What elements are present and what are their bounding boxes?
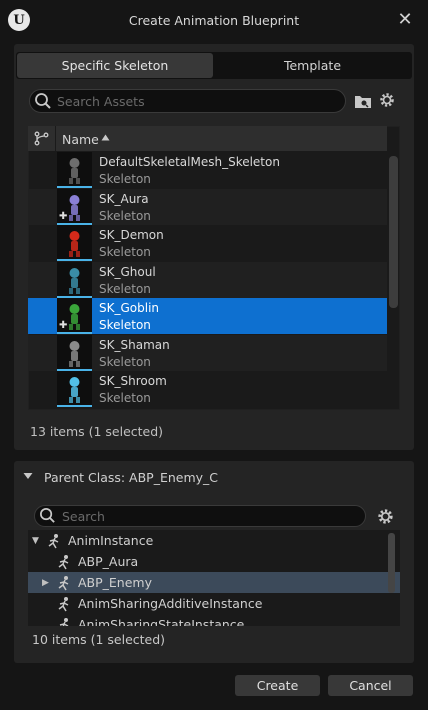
parent-class-label[interactable]: Parent Class: ABP_Enemy_C bbox=[44, 470, 218, 485]
gear-icon[interactable] bbox=[378, 91, 396, 109]
anim-blueprint-icon bbox=[56, 575, 74, 591]
asset-type: Skeleton bbox=[99, 355, 151, 369]
anim-blueprint-icon bbox=[56, 554, 74, 570]
class-tree-scrollbar[interactable] bbox=[388, 533, 395, 593]
collapse-arrow-icon[interactable]: ▶ bbox=[42, 578, 56, 588]
asset-name: SK_Shaman bbox=[99, 338, 170, 352]
column-name-header[interactable]: Name bbox=[62, 132, 99, 147]
create-button[interactable]: Create bbox=[235, 675, 320, 696]
added-badge-icon: ✚ bbox=[59, 211, 68, 222]
skeleton-thumbnail bbox=[57, 262, 92, 297]
class-tree-label: ABP_Aura bbox=[78, 554, 139, 569]
class-tree-item[interactable]: AnimSharingAdditiveInstance bbox=[28, 593, 400, 614]
anim-blueprint-icon bbox=[56, 617, 74, 626]
header-divider bbox=[55, 126, 56, 151]
close-icon[interactable]: ✕ bbox=[395, 10, 415, 30]
class-tree-item[interactable]: ABP_Aura bbox=[28, 551, 400, 572]
asset-name: SK_Ghoul bbox=[99, 265, 156, 279]
thumbnail-accent bbox=[57, 405, 92, 407]
thumbnail-accent bbox=[57, 259, 92, 261]
thumbnail-accent bbox=[57, 186, 92, 188]
skeleton-thumbnail bbox=[57, 225, 92, 260]
folder-search-icon[interactable] bbox=[354, 93, 372, 109]
asset-type: Skeleton bbox=[99, 245, 151, 259]
added-badge-icon: ✚ bbox=[59, 320, 68, 331]
tab-specific-skeleton[interactable]: Specific Skeleton bbox=[17, 53, 213, 78]
class-tree-item[interactable]: AnimSharingStateInstance bbox=[28, 614, 400, 626]
asset-type: Skeleton bbox=[99, 282, 151, 296]
skeleton-thumbnail bbox=[57, 371, 92, 406]
thumbnail-accent bbox=[57, 332, 92, 334]
gear-icon[interactable] bbox=[376, 507, 395, 526]
class-tree-item[interactable]: ▶ ABP_Enemy bbox=[28, 572, 400, 593]
cancel-button[interactable]: Cancel bbox=[328, 675, 413, 696]
dialog-title: Create Animation Blueprint bbox=[128, 13, 300, 28]
asset-name: DefaultSkeletalMesh_Skeleton bbox=[99, 155, 280, 169]
search-placeholder: Search Assets bbox=[57, 94, 145, 109]
asset-name: SK_Goblin bbox=[99, 301, 160, 315]
anim-blueprint-icon bbox=[46, 533, 64, 549]
asset-name: SK_Demon bbox=[99, 228, 164, 242]
asset-name: SK_Aura bbox=[99, 192, 149, 206]
class-tree: ▼ AnimInstance ABP_Aura ▶ ABP_Enemy AnimShari… bbox=[28, 530, 400, 626]
asset-type: Skeleton bbox=[99, 391, 151, 405]
asset-count-label: 13 items (1 selected) bbox=[30, 424, 164, 439]
skeleton-thumbnail bbox=[57, 335, 92, 370]
asset-list-scrollbar[interactable] bbox=[389, 156, 398, 308]
search-icon bbox=[35, 93, 51, 109]
expand-arrow-icon[interactable]: ▼ bbox=[32, 536, 46, 546]
asset-name: SK_Shroom bbox=[99, 374, 167, 388]
tab-template[interactable]: Template bbox=[214, 53, 411, 78]
skeleton-thumbnail bbox=[57, 152, 92, 187]
asset-type: Skeleton bbox=[99, 209, 151, 223]
class-tree-label: ABP_Enemy bbox=[78, 575, 152, 590]
sort-ascending-icon bbox=[101, 134, 110, 141]
class-tree-label: AnimSharingAdditiveInstance bbox=[78, 596, 263, 611]
class-search-placeholder: Search bbox=[62, 509, 105, 524]
class-tree-item[interactable]: ▼ AnimInstance bbox=[28, 530, 400, 551]
source-control-icon[interactable] bbox=[34, 131, 49, 146]
asset-type: Skeleton bbox=[99, 172, 151, 186]
chevron-down-icon[interactable] bbox=[23, 471, 33, 481]
class-count-label: 10 items (1 selected) bbox=[32, 632, 166, 647]
class-tree-label: AnimSharingStateInstance bbox=[78, 617, 245, 626]
anim-blueprint-icon bbox=[56, 596, 74, 612]
asset-type: Skeleton bbox=[99, 318, 151, 332]
search-icon bbox=[40, 508, 55, 523]
class-tree-label: AnimInstance bbox=[68, 533, 154, 548]
